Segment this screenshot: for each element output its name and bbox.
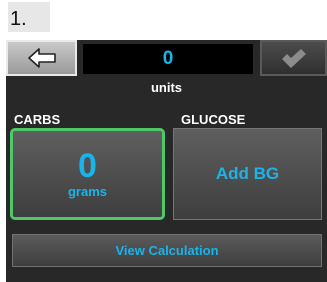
pump-screen: 0 units CARBS GLUCOSE 0 grams Add BG Vie… [6,40,327,282]
step-number-label: 1. [8,2,50,32]
view-calculation-label: View Calculation [115,243,219,258]
units-value-display: 0 [83,44,253,74]
confirm-button[interactable] [260,40,327,76]
view-calculation-button[interactable]: View Calculation [12,234,322,267]
left-arrow-icon [27,48,56,68]
glucose-section-label: GLUCOSE [181,112,246,127]
checkmark-icon [281,49,306,68]
add-bg-button[interactable]: Add BG [173,128,322,220]
carbs-section-label: CARBS [14,112,61,127]
units-label: units [150,80,183,95]
carbs-entry-tile[interactable]: 0 grams [10,128,165,220]
carbs-value: 0 [78,146,97,185]
back-button[interactable] [6,40,77,76]
carbs-unit-label: grams [67,183,108,199]
add-bg-label: Add BG [215,164,280,183]
